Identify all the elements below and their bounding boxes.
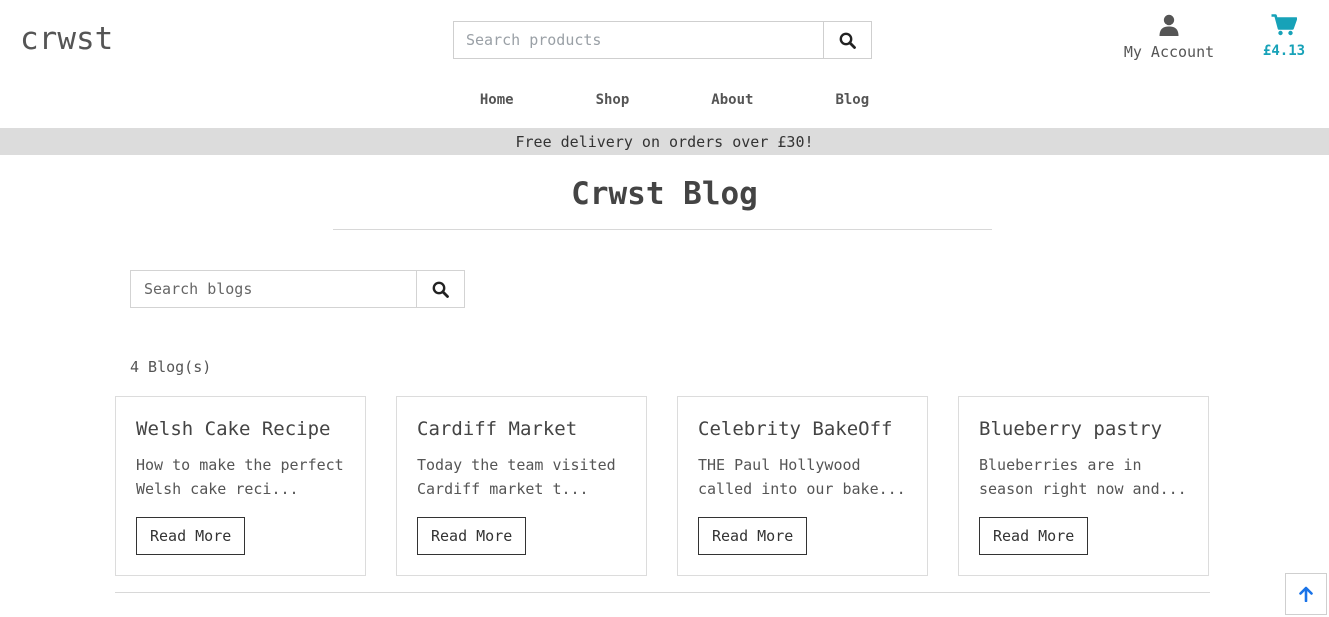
blog-card: Celebrity BakeOff THE Paul Hollywood cal… — [677, 396, 928, 576]
back-to-top-button[interactable] — [1285, 573, 1327, 615]
blog-search-input[interactable] — [130, 270, 416, 308]
blog-card-excerpt: Blueberries are in season right now and.… — [979, 456, 1187, 498]
blog-card-excerpt: THE Paul Hollywood called into our bake.… — [698, 456, 906, 498]
content-divider — [115, 592, 1210, 593]
cart-icon — [1271, 14, 1298, 36]
blog-search — [130, 270, 465, 308]
blog-card: Blueberry pastry Blueberries are in seas… — [958, 396, 1209, 576]
product-search-input[interactable] — [453, 21, 823, 59]
read-more-button[interactable]: Read More — [417, 517, 527, 555]
blog-card-title: Welsh Cake Recipe — [136, 418, 331, 440]
main-nav: Home Shop About Blog — [0, 90, 1329, 110]
nav-blog[interactable]: Blog — [835, 90, 869, 110]
my-account-label: My Account — [1123, 43, 1215, 61]
blog-card: Welsh Cake Recipe How to make the perfec… — [115, 396, 366, 576]
my-account-link[interactable]: My Account — [1118, 14, 1220, 61]
blog-count: 4 Blog(s) — [130, 358, 212, 376]
blog-card-title: Celebrity BakeOff — [698, 418, 893, 440]
search-icon — [432, 281, 449, 298]
nav-about[interactable]: About — [711, 90, 753, 110]
search-icon — [839, 32, 856, 49]
arrow-up-icon — [1299, 586, 1313, 602]
product-search — [453, 21, 872, 59]
page-title: Crwst Blog — [571, 176, 758, 212]
product-search-button[interactable] — [823, 21, 872, 59]
read-more-button[interactable]: Read More — [698, 517, 808, 555]
user-icon — [1159, 14, 1179, 36]
delivery-banner: Free delivery on orders over £30! — [0, 128, 1329, 155]
read-more-button[interactable]: Read More — [979, 517, 1089, 555]
cart-link[interactable]: £4.13 — [1254, 14, 1314, 59]
nav-shop[interactable]: Shop — [596, 90, 630, 110]
blog-search-button[interactable] — [416, 270, 465, 308]
blog-list: Welsh Cake Recipe How to make the perfec… — [115, 396, 1209, 576]
blog-card-title: Blueberry pastry — [979, 418, 1163, 440]
cart-total: £4.13 — [1262, 43, 1306, 59]
blog-card-excerpt: Today the team visited Cardiff market t.… — [417, 456, 616, 498]
blog-card-title: Cardiff Market — [417, 418, 578, 440]
nav-home[interactable]: Home — [480, 90, 514, 110]
blog-card-excerpt: How to make the perfect Welsh cake reci.… — [136, 456, 344, 498]
blog-card: Cardiff Market Today the team visited Ca… — [396, 396, 647, 576]
title-divider — [333, 229, 992, 230]
read-more-button[interactable]: Read More — [136, 517, 246, 555]
site-logo[interactable]: crwst — [20, 20, 113, 58]
